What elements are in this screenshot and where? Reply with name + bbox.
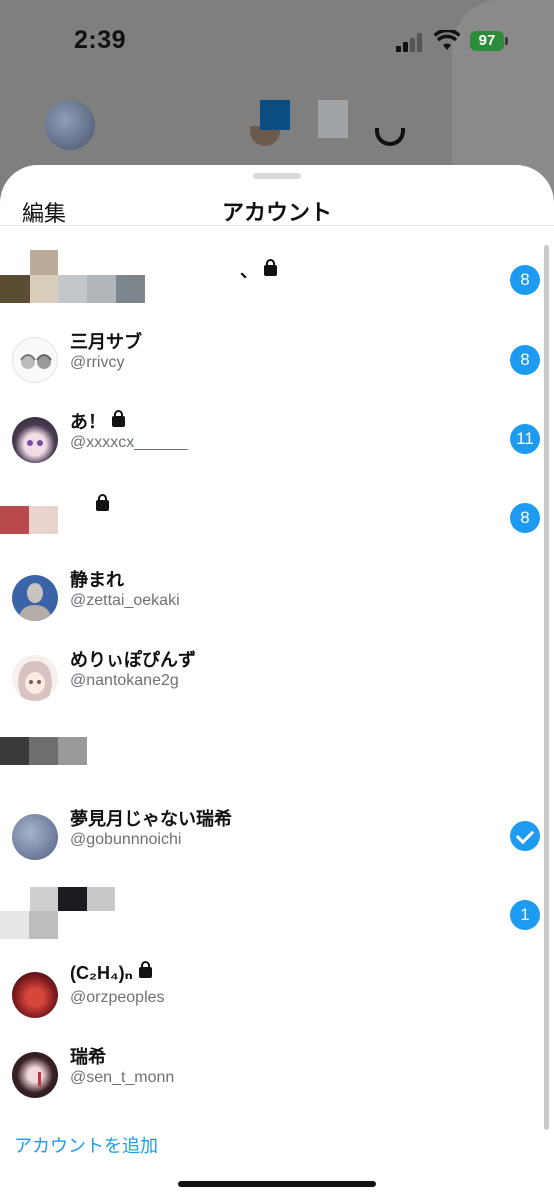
wifi-icon [434,30,460,50]
account-row[interactable]: あ！ @xxxxcx______ 11 [0,400,554,478]
redaction-mosaic [30,275,58,303]
account-handle: @orzpeoples [70,989,165,1006]
background-shape [260,100,290,130]
account-row[interactable]: (C₂H₄)ₙ @orzpeoples [0,955,554,1033]
background-shape [375,128,405,146]
cellular-signal-icon [396,32,426,52]
account-name: 、 [240,257,277,283]
account-name [90,494,109,517]
redaction-mosaic [29,737,58,765]
redaction-mosaic [87,275,116,303]
lock-icon [138,961,152,978]
redaction-mosaic [0,911,29,939]
account-handle: @xxxxcx______ [70,434,188,451]
account-name: 瑞希 [70,1047,106,1067]
avatar-image [18,583,52,621]
avatar-image [27,440,43,446]
account-sheet: 編集 アカウント 、 8 三月サブ @rrivcy 8 あ！ @xxxxcx__… [0,165,554,1200]
status-bar: 2:39 97 [0,0,554,80]
home-indicator[interactable] [178,1181,376,1187]
redaction-mosaic [116,275,145,303]
redaction-mosaic [87,887,115,911]
battery-level: 97 [478,32,496,49]
status-time: 2:39 [74,26,127,54]
avatar [12,655,58,701]
avatar [12,337,58,383]
checkmark-icon [510,821,540,851]
redaction-mosaic [58,275,87,303]
account-name: めりぃぽぴんず [70,650,196,670]
sheet-grabber[interactable] [253,173,301,179]
redaction-mosaic [0,506,29,534]
account-name: 静まれ [70,570,124,590]
notification-badge: 8 [510,345,540,375]
account-name: 三月サブ [70,332,142,352]
notification-badge: 8 [510,503,540,533]
account-handle: @gobunnnoichi [70,831,182,848]
account-row[interactable]: めりぃぽぴんず @nantokane2g [0,638,554,716]
avatar-image [20,354,52,369]
account-row[interactable]: 8 [0,480,554,558]
avatar [12,575,58,621]
account-row[interactable]: 1 [0,877,554,955]
divider [0,225,554,226]
account-handle: @rrivcy [70,354,125,371]
account-name-text: あ！ [70,412,106,432]
notification-badge: 11 [510,424,540,454]
redaction-mosaic [30,250,58,275]
account-row[interactable] [0,718,554,796]
account-row[interactable]: 、 8 [0,235,554,313]
redaction-mosaic [29,506,58,534]
account-handle: @nantokane2g [70,672,179,689]
account-row-current[interactable]: 夢見月じゃない瑞希 @gobunnnoichi [0,797,554,875]
redaction-mosaic [30,887,58,911]
account-name: あ！ [70,408,125,434]
avatar [12,1052,58,1098]
redaction-mosaic [58,887,87,911]
account-name: 夢見月じゃない瑞希 [70,809,232,829]
account-row[interactable]: 瑞希 @sen_t_monn [0,1035,554,1113]
add-account-link[interactable]: アカウントを追加 [14,1132,158,1158]
redaction-mosaic [0,737,29,765]
profile-avatar-background [45,100,95,150]
account-handle: @sen_t_monn [70,1069,175,1086]
redaction-mosaic [0,275,30,303]
account-name-text: (C₂H₄)ₙ [70,963,133,983]
scrollbar[interactable] [544,245,549,1130]
redaction-mosaic [58,737,87,765]
redaction-mosaic [29,911,58,939]
battery-tip [505,37,508,45]
account-name: (C₂H₄)ₙ [70,961,152,984]
battery-icon: 97 [470,31,504,51]
lock-icon [112,410,125,427]
lock-icon [264,259,277,276]
account-name-text: 、 [240,261,258,281]
avatar [12,972,58,1018]
avatar [12,417,58,463]
lock-icon [96,494,109,511]
sheet-title: アカウント [221,200,332,225]
avatar-image [18,661,52,701]
avatar [12,814,58,860]
avatar-image [38,1072,41,1086]
account-row[interactable]: 三月サブ @rrivcy 8 [0,320,554,398]
background-shape [318,100,348,138]
notification-badge: 8 [510,265,540,295]
account-handle: @zettai_oekaki [70,592,180,609]
account-row[interactable]: 静まれ @zettai_oekaki [0,558,554,636]
notification-badge: 1 [510,900,540,930]
